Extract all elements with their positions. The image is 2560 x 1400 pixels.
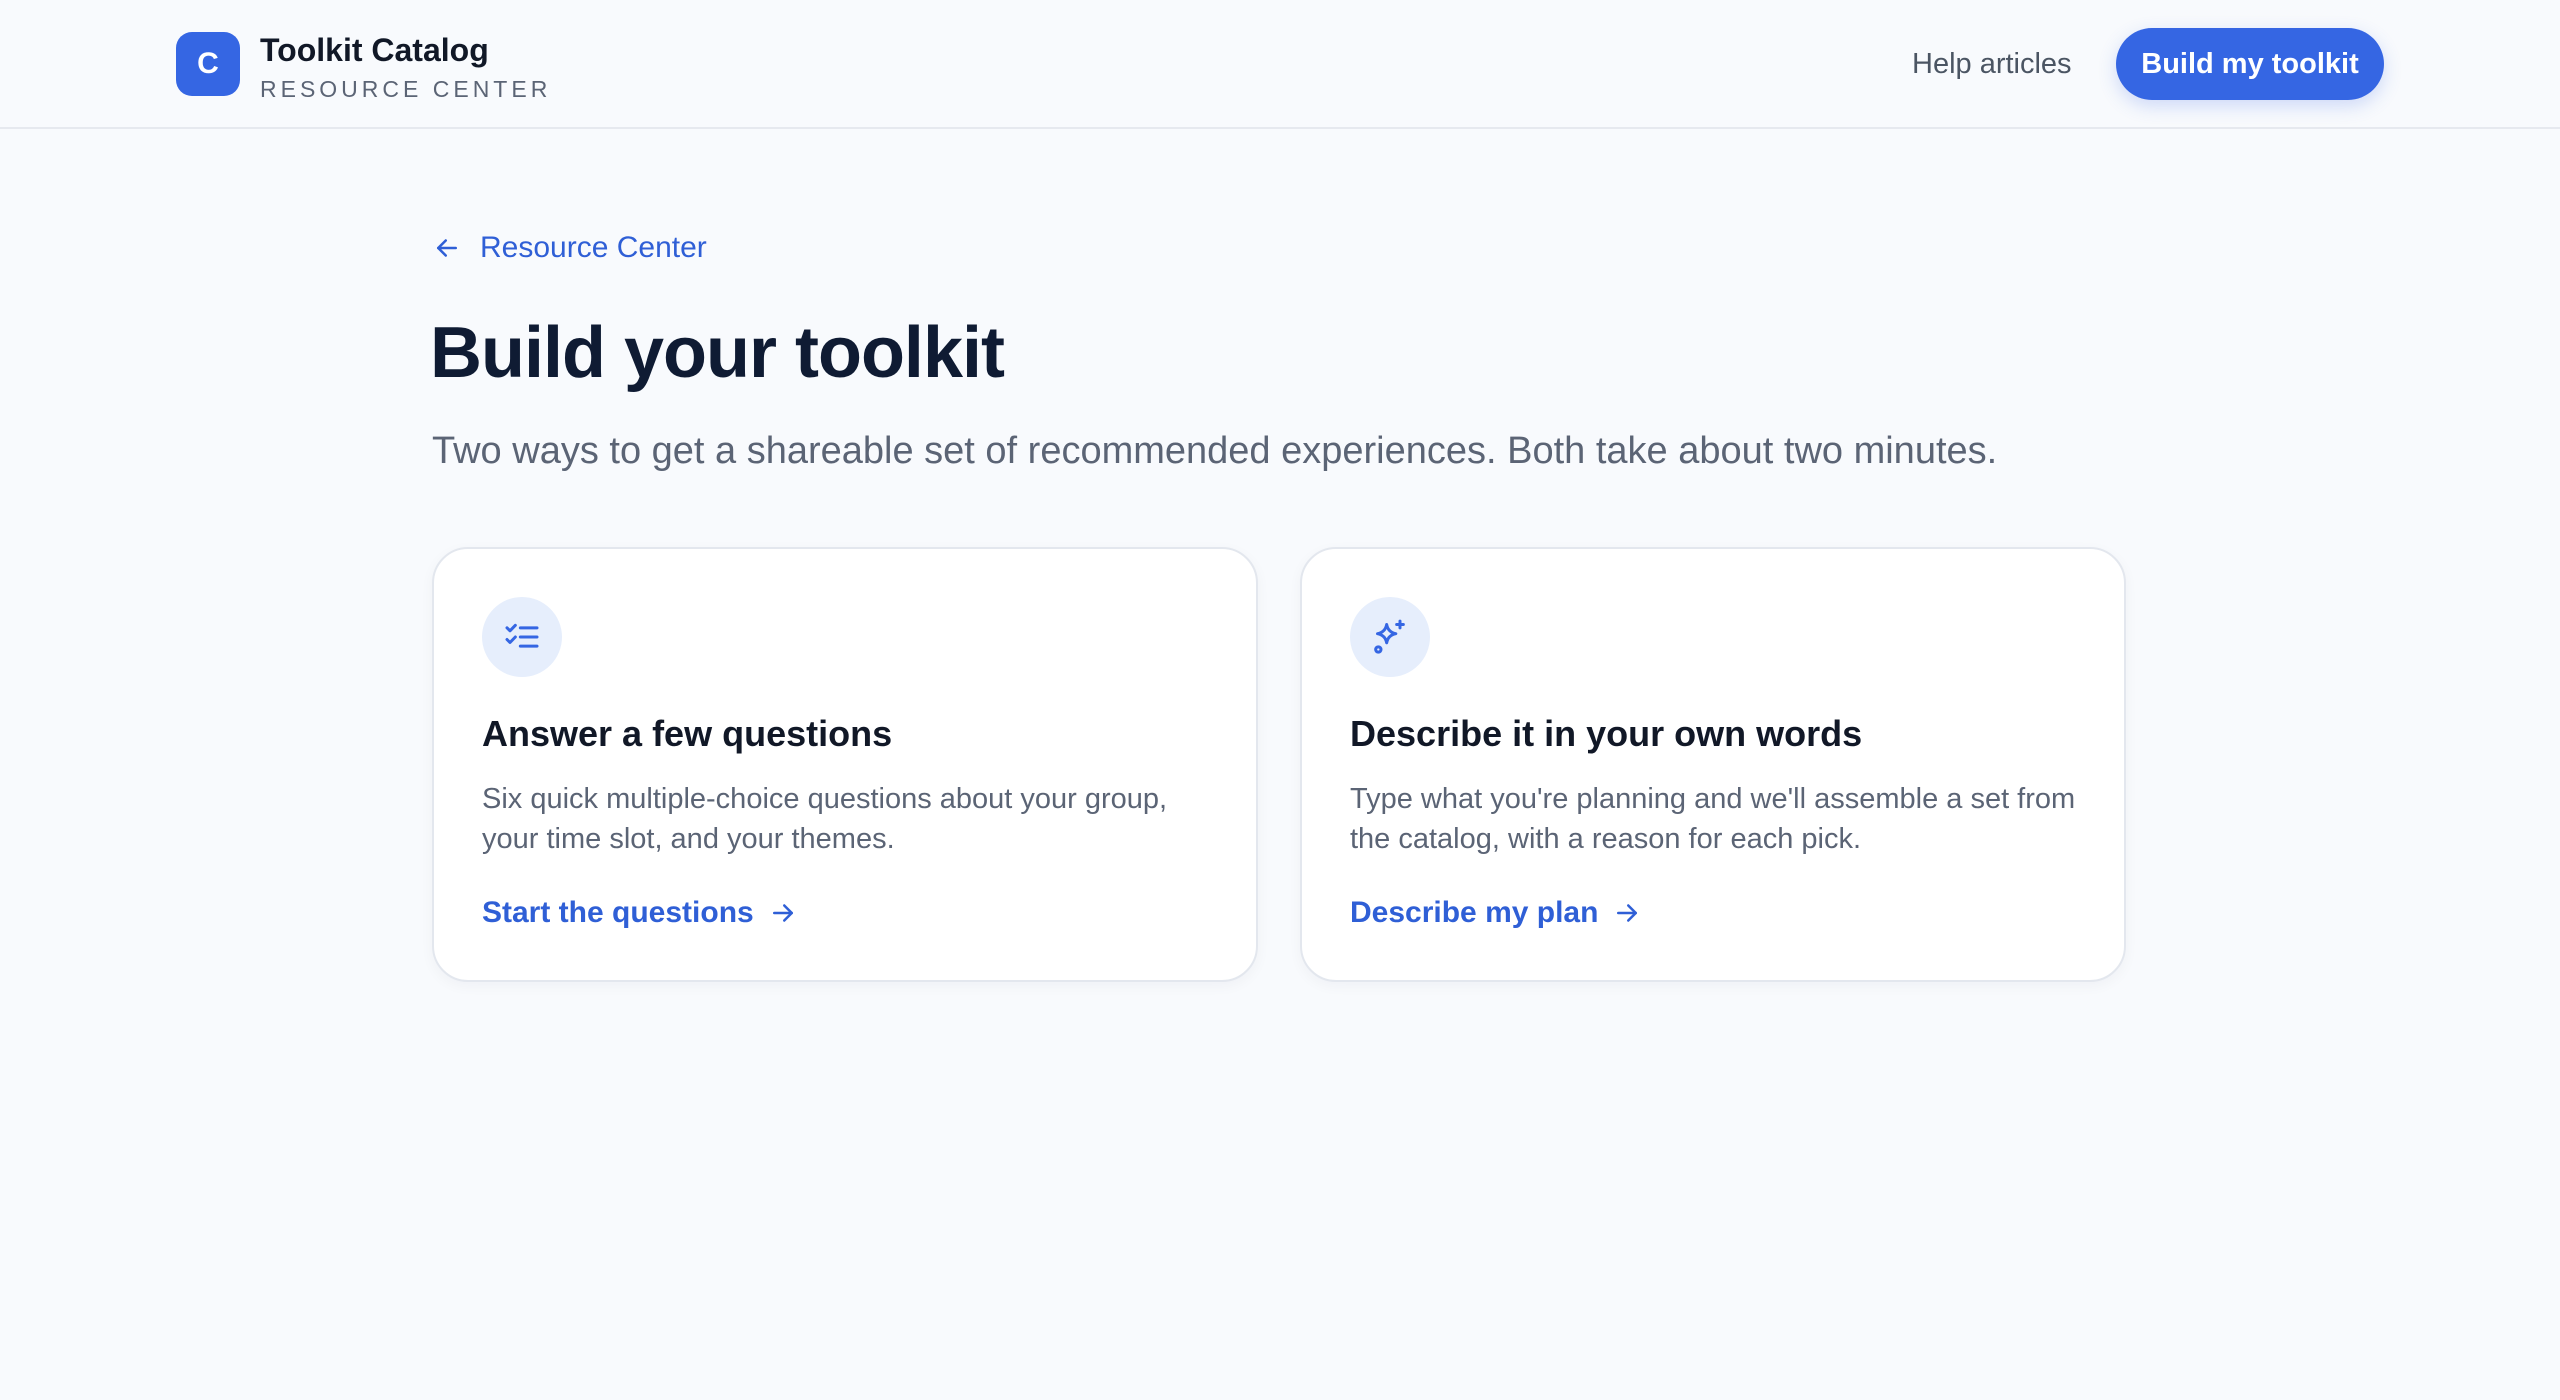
card-title: Describe it in your own words: [1350, 713, 1863, 754]
sparkles-icon: [1350, 597, 1430, 677]
describe-my-plan-link[interactable]: Describe my plan: [1350, 893, 1642, 933]
build-my-toolkit-button[interactable]: Build my toolkit: [2116, 28, 2384, 100]
brand-title[interactable]: Toolkit Catalog: [260, 32, 489, 69]
back-link-label: Resource Center: [480, 231, 707, 264]
page-subtitle: Two ways to get a shareable set of recom…: [432, 430, 1998, 472]
logo-badge[interactable]: C: [176, 32, 240, 96]
back-to-resource-center-link[interactable]: Resource Center: [432, 228, 707, 268]
arrow-right-icon: [1617, 904, 1638, 922]
page-title: Build your toolkit: [430, 313, 1005, 393]
start-the-questions-link[interactable]: Start the questions: [482, 893, 798, 933]
brand-subtitle: RESOURCE CENTER: [260, 76, 552, 102]
card-description: Six quick multiple-choice questions abou…: [482, 783, 1168, 855]
top-header: C Toolkit Catalog RESOURCE CENTER Help a…: [0, 0, 2560, 129]
option-card-describe[interactable]: Describe it in your own words Type what …: [1300, 547, 2126, 982]
card-link-label: Describe my plan: [1350, 896, 1599, 929]
arrow-left-icon: [437, 239, 457, 257]
card-title: Answer a few questions: [482, 713, 893, 754]
checklist-icon: [482, 597, 562, 677]
card-description: Type what you're planning and we'll asse…: [1350, 783, 2076, 855]
arrow-right-icon: [772, 904, 793, 922]
help-articles-link[interactable]: Help articles: [1912, 48, 2072, 81]
option-card-questions[interactable]: Answer a few questions Six quick multipl…: [432, 547, 1258, 982]
card-link-label: Start the questions: [482, 896, 754, 929]
